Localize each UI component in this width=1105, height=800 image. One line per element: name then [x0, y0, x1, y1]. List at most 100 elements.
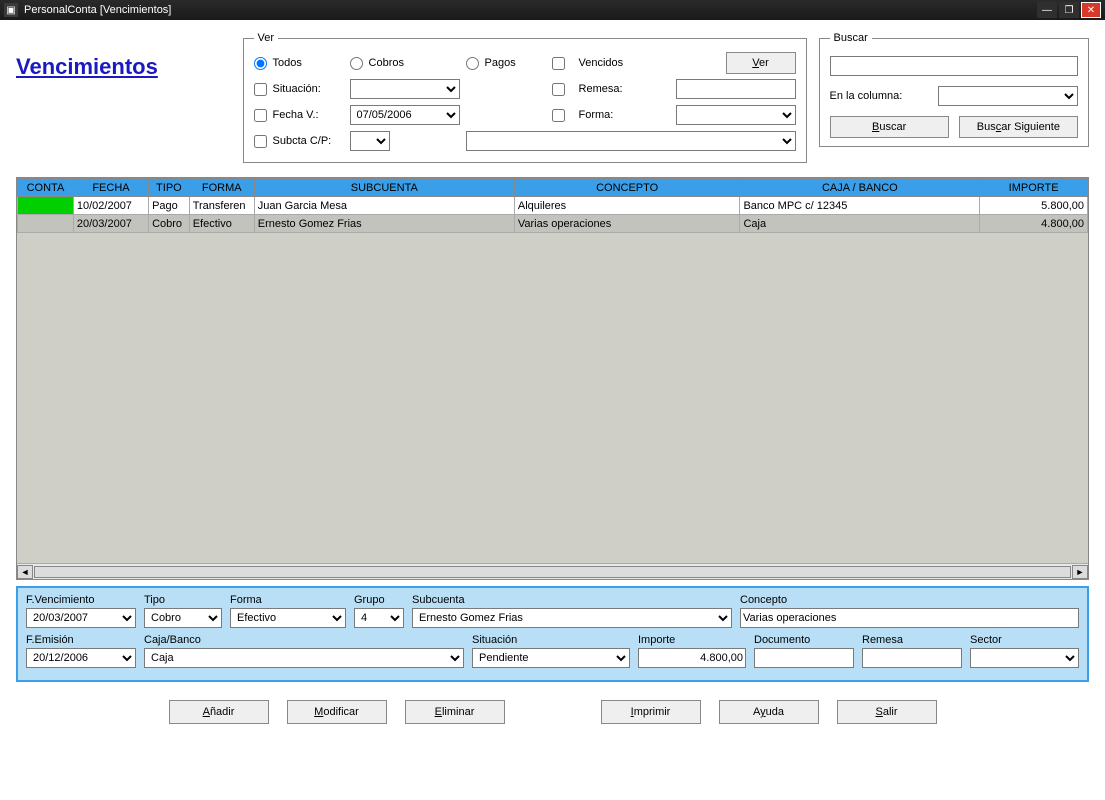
col-subcuenta[interactable]: SUBCUENTA — [254, 179, 514, 197]
documento-field[interactable] — [754, 648, 854, 668]
action-bar: Añadir Modificar Eliminar Imprimir Ayuda… — [16, 700, 1089, 724]
ver-legend: Ver — [254, 32, 279, 44]
cell-forma: Transferen — [189, 197, 254, 215]
horizontal-scrollbar[interactable]: ◄ ► — [17, 563, 1088, 579]
ver-group: Ver Todos Cobros Pagos Vencidos — [243, 32, 807, 163]
check-fecha[interactable] — [254, 109, 267, 122]
scroll-thumb[interactable] — [34, 566, 1071, 578]
anadir-button[interactable]: Añadir — [169, 700, 269, 724]
check-subcta[interactable] — [254, 135, 267, 148]
fvenc-field[interactable]: 20/03/2007 — [26, 608, 136, 628]
check-forma-label: Forma: — [579, 109, 614, 121]
subcuenta-field[interactable]: Ernesto Gomez Frias — [412, 608, 732, 628]
grupo-field[interactable]: 4 — [354, 608, 404, 628]
radio-pagos[interactable] — [466, 57, 479, 70]
col-importe[interactable]: IMPORTE — [980, 179, 1088, 197]
cell-conta — [18, 215, 74, 233]
radio-pagos-label: Pagos — [485, 57, 516, 69]
importe-field[interactable] — [638, 648, 746, 668]
titlebar: ▣ PersonalConta [Vencimientos] — ❐ ✕ — [0, 0, 1105, 20]
cell-importe: 5.800,00 — [980, 197, 1088, 215]
label-documento: Documento — [754, 634, 854, 646]
scroll-left-icon[interactable]: ◄ — [17, 565, 33, 579]
window-title: PersonalConta [Vencimientos] — [24, 4, 1037, 16]
label-remesa: Remesa — [862, 634, 962, 646]
cell-tipo: Pago — [149, 197, 190, 215]
label-forma: Forma — [230, 594, 346, 606]
cell-concepto: Varias operaciones — [514, 215, 740, 233]
check-vencidos[interactable] — [552, 57, 565, 70]
check-subcta-label: Subcta C/P: — [273, 135, 332, 147]
label-concepto: Concepto — [740, 594, 1079, 606]
check-situacion-label: Situación: — [273, 83, 321, 95]
maximize-button[interactable]: ❐ — [1059, 2, 1079, 18]
table-row[interactable]: 10/02/2007 Pago Transferen Juan Garcia M… — [18, 197, 1088, 215]
radio-todos-label: Todos — [273, 57, 302, 69]
close-button[interactable]: ✕ — [1081, 2, 1101, 18]
radio-cobros-label: Cobros — [369, 57, 404, 69]
buscar-legend: Buscar — [830, 32, 872, 44]
cell-fecha: 20/03/2007 — [73, 215, 148, 233]
check-remesa[interactable] — [552, 83, 565, 96]
col-tipo[interactable]: TIPO — [149, 179, 190, 197]
cell-fecha: 10/02/2007 — [73, 197, 148, 215]
radio-cobros[interactable] — [350, 57, 363, 70]
buscar-input[interactable] — [830, 56, 1078, 76]
radio-todos[interactable] — [254, 57, 267, 70]
label-sector: Sector — [970, 634, 1079, 646]
forma-field[interactable]: Efectivo — [230, 608, 346, 628]
cell-conta — [18, 197, 74, 215]
imprimir-button[interactable]: Imprimir — [601, 700, 701, 724]
sector-field[interactable] — [970, 648, 1079, 668]
label-subcuenta: Subcuenta — [412, 594, 732, 606]
subcta-group-select[interactable] — [350, 131, 390, 151]
cell-caja: Caja — [740, 215, 980, 233]
app-icon: ▣ — [4, 3, 18, 17]
caja-field[interactable]: Caja — [144, 648, 464, 668]
col-forma[interactable]: FORMA — [189, 179, 254, 197]
scroll-right-icon[interactable]: ► — [1072, 565, 1088, 579]
check-forma[interactable] — [552, 109, 565, 122]
page-title: Vencimientos — [16, 32, 231, 80]
femision-field[interactable]: 20/12/2006 — [26, 648, 136, 668]
label-situacion: Situación — [472, 634, 630, 646]
col-caja[interactable]: CAJA / BANCO — [740, 179, 980, 197]
check-vencidos-label: Vencidos — [579, 57, 624, 69]
ayuda-button[interactable]: Ayuda — [719, 700, 819, 724]
cell-forma: Efectivo — [189, 215, 254, 233]
modificar-button[interactable]: Modificar — [287, 700, 387, 724]
cell-tipo: Cobro — [149, 215, 190, 233]
tipo-field[interactable]: Cobro — [144, 608, 222, 628]
col-conta[interactable]: CONTA — [18, 179, 74, 197]
situacion-select[interactable] — [350, 79, 460, 99]
grid-header-row: CONTA FECHA TIPO FORMA SUBCUENTA CONCEPT… — [18, 179, 1088, 197]
label-importe: Importe — [638, 634, 746, 646]
label-tipo: Tipo — [144, 594, 222, 606]
buscar-button[interactable]: Buscar — [830, 116, 949, 138]
check-situacion[interactable] — [254, 83, 267, 96]
col-fecha[interactable]: FECHA — [73, 179, 148, 197]
forma-select[interactable] — [676, 105, 796, 125]
cell-concepto: Alquileres — [514, 197, 740, 215]
situacion-field[interactable]: Pendiente — [472, 648, 630, 668]
grid-empty-area — [17, 233, 1088, 563]
ver-button[interactable]: Ver — [726, 52, 796, 74]
eliminar-button[interactable]: Eliminar — [405, 700, 505, 724]
remesa-input[interactable] — [676, 79, 796, 99]
table-row[interactable]: 20/03/2007 Cobro Efectivo Ernesto Gomez … — [18, 215, 1088, 233]
subcta-select[interactable] — [466, 131, 796, 151]
concepto-field[interactable] — [740, 608, 1079, 628]
label-fvenc: F.Vencimiento — [26, 594, 136, 606]
remesa-field[interactable] — [862, 648, 962, 668]
salir-button[interactable]: Salir — [837, 700, 937, 724]
check-fecha-label: Fecha V.: — [273, 109, 319, 121]
buscar-col-select[interactable] — [938, 86, 1078, 106]
check-remesa-label: Remesa: — [579, 83, 623, 95]
buscar-group: Buscar En la columna: Buscar Buscar Sigu… — [819, 32, 1089, 147]
buscar-col-label: En la columna: — [830, 90, 930, 102]
col-concepto[interactable]: CONCEPTO — [514, 179, 740, 197]
buscar-siguiente-button[interactable]: Buscar Siguiente — [959, 116, 1078, 138]
label-femision: F.Emisión — [26, 634, 136, 646]
minimize-button[interactable]: — — [1037, 2, 1057, 18]
fecha-select[interactable]: 07/05/2006 — [350, 105, 460, 125]
